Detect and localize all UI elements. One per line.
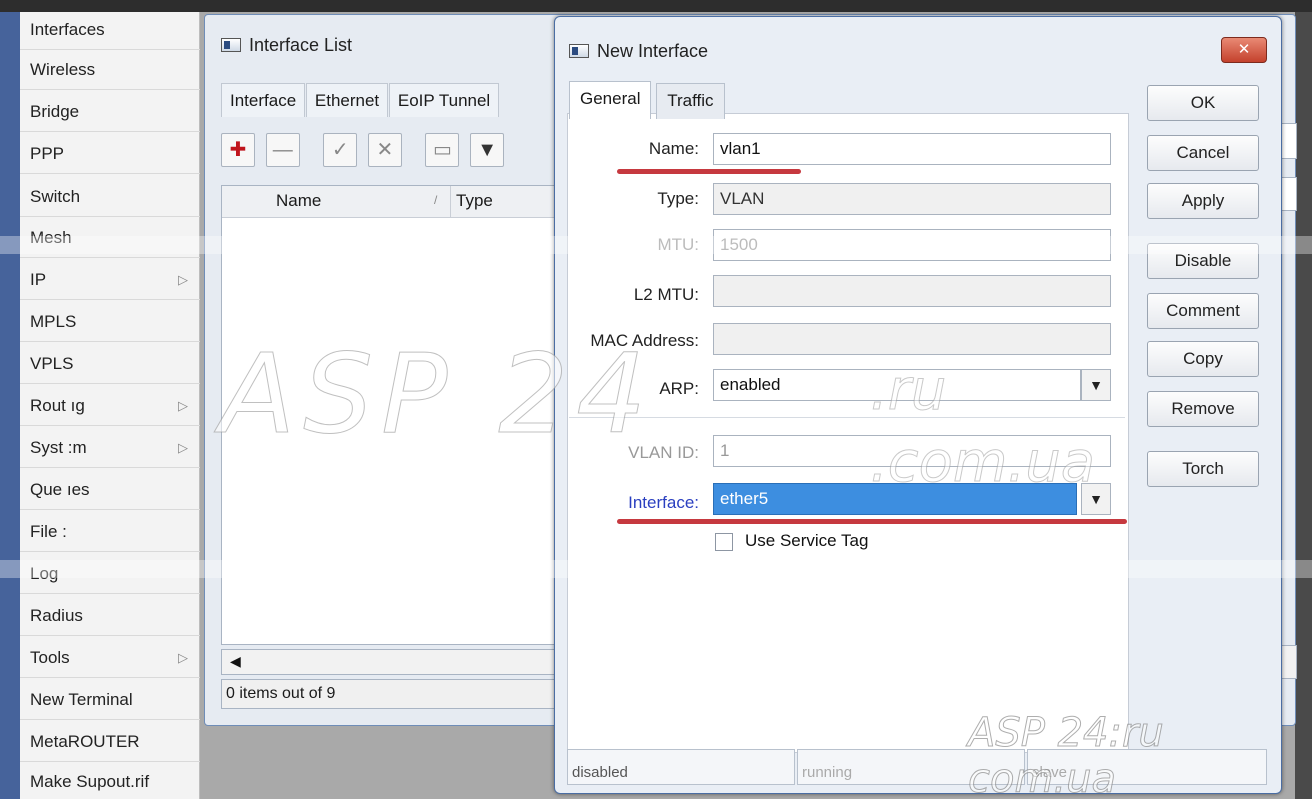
tab-eoip-tunnel[interactable]: EoIP Tunnel <box>388 83 500 117</box>
sidebar-item-ip[interactable]: IP ▷ <box>20 262 200 300</box>
sidebar-item-label: New Terminal <box>30 690 133 709</box>
sidebar-item-label: Rout ıg <box>30 396 85 415</box>
item-count-status: 0 items out of 9 <box>221 679 561 709</box>
comment-button[interactable]: Comment <box>1147 293 1259 329</box>
window-icon <box>221 38 241 52</box>
sidebar-item-vpls[interactable]: VPLS <box>20 346 200 384</box>
torch-button[interactable]: Torch <box>1147 451 1259 487</box>
horizontal-scrollbar[interactable]: ◀ <box>221 649 561 675</box>
sidebar-item-make-supout[interactable]: Make Supout.rif <box>20 764 200 799</box>
sidebar-item-bridge[interactable]: Bridge <box>20 94 200 132</box>
sidebar-item-label: Wireless <box>30 60 96 79</box>
dialog-title-text: New Interface <box>597 41 709 61</box>
type-field: VLAN <box>713 183 1111 215</box>
interface-list-title: Interface List <box>221 35 352 56</box>
status-disabled: disabled <box>567 749 795 785</box>
watermark-band <box>0 236 1312 254</box>
sidebar-item-label: MetaROUTER <box>30 732 140 751</box>
highlight-underline <box>617 519 1127 524</box>
watermark-domain-ru: .ru <box>869 358 947 424</box>
submenu-arrow-icon: ▷ <box>178 272 188 287</box>
sidebar-item-interfaces[interactable]: Interfaces <box>20 12 200 50</box>
scroll-left-icon[interactable]: ◀ <box>230 653 241 670</box>
interface-list-toolbar: ✚ — ✓ ✕ ▭ ▼ <box>221 133 510 173</box>
sidebar-item-metarouter[interactable]: MetaROUTER <box>20 724 200 762</box>
sidebar-item-files[interactable]: File : <box>20 514 200 552</box>
disable-x-icon[interactable]: ✕ <box>367 133 402 167</box>
close-icon[interactable]: ✕ <box>1221 37 1267 63</box>
sidebar-item-label: IP <box>30 270 47 289</box>
sidebar-item-radius[interactable]: Radius <box>20 598 200 636</box>
main-menu-sidebar: Interfaces Wireless Bridge PPP Switch Me… <box>0 12 200 799</box>
use-service-tag-checkbox[interactable] <box>715 533 733 551</box>
use-service-tag-label: Use Service Tag <box>745 531 869 550</box>
window-title-text: Interface List <box>249 35 353 55</box>
cancel-button[interactable]: Cancel <box>1147 135 1259 171</box>
watermark-domain-comua: .com.ua <box>869 430 1096 496</box>
sidebar-item-label: File : <box>30 522 67 541</box>
sidebar-item-label: Tools <box>30 648 70 667</box>
tab-traffic[interactable]: Traffic <box>656 83 725 119</box>
sidebar-item-mpls[interactable]: MPLS <box>20 304 200 342</box>
comment-icon[interactable]: ▭ <box>425 133 460 167</box>
sidebar-item-label: Make Supout.rif <box>30 772 150 791</box>
filter-icon[interactable]: ▼ <box>470 133 505 167</box>
watermark-logo: ASP 24 <box>219 330 655 459</box>
sidebar-item-system[interactable]: Syst :m ▷ <box>20 430 200 468</box>
tab-interface[interactable]: Interface <box>221 83 306 117</box>
sidebar-item-label: PPP <box>30 144 65 163</box>
sidebar-item-label: Syst :m <box>30 438 87 457</box>
sidebar-item-wireless[interactable]: Wireless <box>20 52 200 90</box>
submenu-arrow-icon: ▷ <box>178 398 188 413</box>
sidebar-item-ppp[interactable]: PPP <box>20 136 200 174</box>
table-header: Name / Type <box>222 186 560 218</box>
sidebar-item-label: VPLS <box>30 354 74 373</box>
interface-label: Interface: <box>628 493 699 512</box>
sidebar-item-label: Bridge <box>30 102 80 121</box>
arp-dropdown-icon[interactable]: ▼ <box>1081 369 1111 401</box>
mac-address-field <box>713 323 1111 355</box>
highlight-underline <box>617 169 801 174</box>
screen-right-band <box>1295 12 1312 799</box>
apply-button[interactable]: Apply <box>1147 183 1259 219</box>
interface-list-tabs: Interface Ethernet EoIP Tunnel <box>221 83 500 117</box>
add-icon[interactable]: ✚ <box>221 133 255 167</box>
remove-button[interactable]: Remove <box>1147 391 1259 427</box>
sidebar-item-queues[interactable]: Que ıes <box>20 472 200 510</box>
column-type[interactable]: Type <box>456 191 493 211</box>
l2-mtu-field <box>713 275 1111 307</box>
enable-check-icon[interactable]: ✓ <box>323 133 358 167</box>
sidebar-item-tools[interactable]: Tools ▷ <box>20 640 200 678</box>
sidebar-item-label: Switch <box>30 187 81 206</box>
column-name[interactable]: Name <box>276 191 321 211</box>
l2-mtu-label: L2 MTU: <box>633 285 699 304</box>
sidebar-item-label: Radius <box>30 606 83 625</box>
sidebar-item-label: Que ıes <box>30 480 90 499</box>
sidebar-item-new-terminal[interactable]: New Terminal <box>20 682 200 720</box>
sidebar-item-label: MPLS <box>30 312 77 331</box>
type-label: Type: <box>657 189 699 208</box>
tab-general[interactable]: General <box>569 81 652 119</box>
name-field[interactable]: vlan1 <box>713 133 1111 165</box>
window-icon <box>569 44 589 58</box>
sidebar-item-switch[interactable]: Switch <box>20 179 200 217</box>
copy-button[interactable]: Copy <box>1147 341 1259 377</box>
dialog-tabs: General Traffic <box>569 81 725 119</box>
watermark-band <box>0 560 1312 578</box>
name-label: Name: <box>648 139 699 158</box>
dialog-title: New Interface <box>569 41 708 62</box>
remove-icon[interactable]: — <box>265 133 300 167</box>
submenu-arrow-icon: ▷ <box>178 440 188 455</box>
column-divider <box>450 186 451 218</box>
sort-indicator-icon: / <box>434 193 438 207</box>
tab-ethernet[interactable]: Ethernet <box>305 83 389 117</box>
watermark-logo-small: ASP 24:ru com.ua <box>968 710 1165 799</box>
sidebar-item-label: Interfaces <box>30 20 105 39</box>
screen-top-band <box>0 0 1312 12</box>
sidebar-item-routing[interactable]: Rout ıg ▷ <box>20 388 200 426</box>
ok-button[interactable]: OK <box>1147 85 1259 121</box>
submenu-arrow-icon: ▷ <box>178 650 188 665</box>
